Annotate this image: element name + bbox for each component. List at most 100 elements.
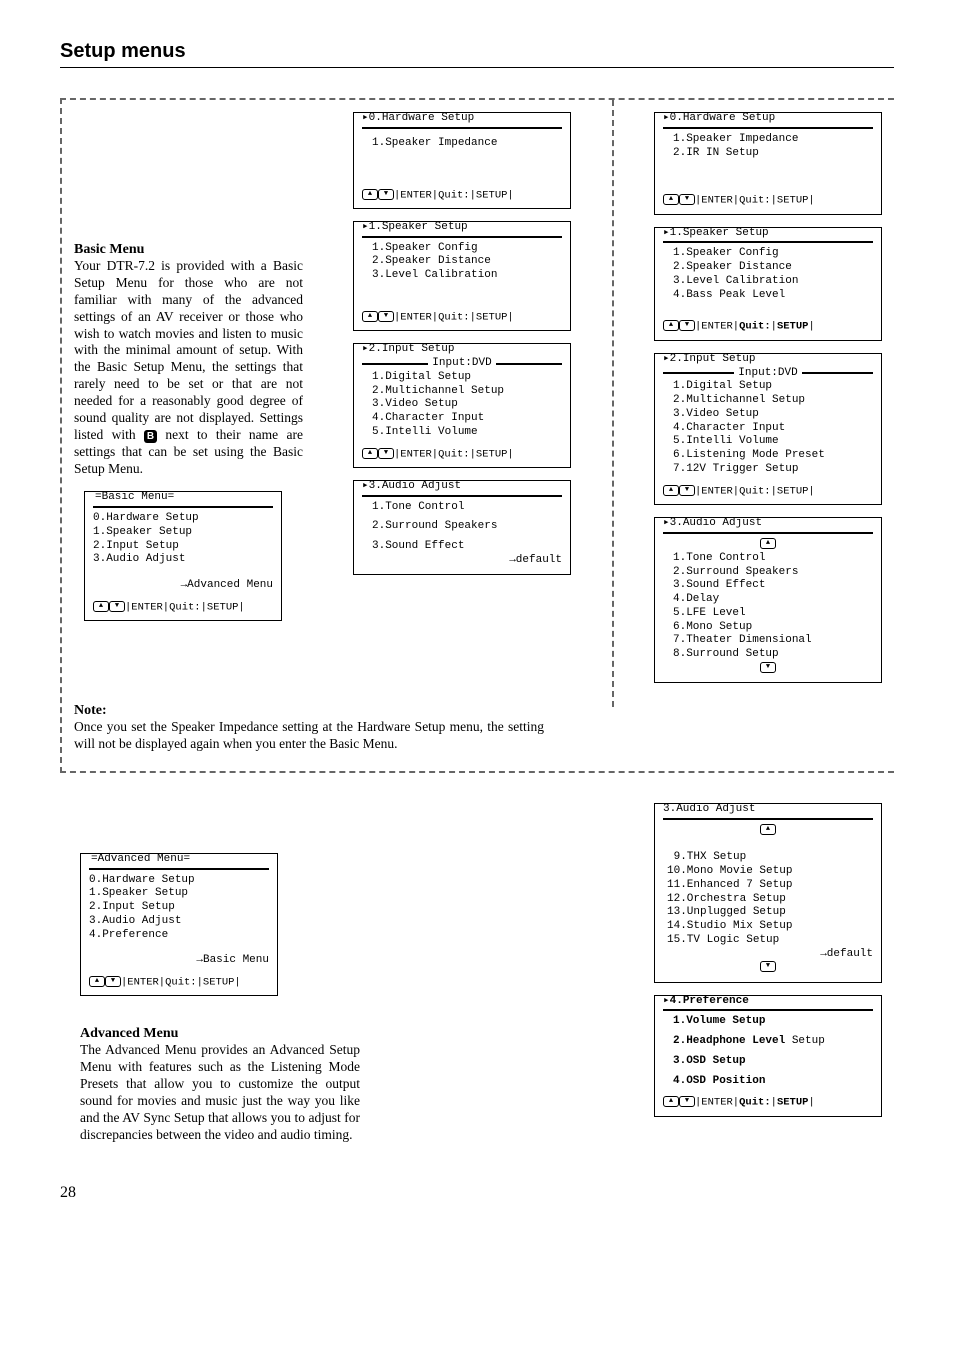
menu-item: 1.Speaker Config [673, 247, 873, 261]
menu-item: 2.Input Setup [93, 540, 273, 554]
menu-item: 2.IR IN Setup [673, 147, 873, 161]
menu-item: 10.Mono Movie Setup [667, 865, 792, 877]
menu-footer: ▲▼|ENTER|Quit:|SETUP| [362, 189, 562, 202]
menu-item: 3.OSD Setup [673, 1055, 873, 1069]
down-icon: ▼ [679, 194, 695, 205]
up-icon: ▲ [89, 976, 105, 987]
basic-heading: Basic Menu [74, 242, 303, 258]
down-icon: ▼ [679, 485, 695, 496]
basic-spk-box: ▸1.Speaker Setup 1.Speaker Config 2.Spea… [353, 221, 571, 331]
menu-item: 2.Multichannel Setup [673, 394, 873, 408]
note-text: Once you set the Speaker Impedance setti… [74, 719, 544, 753]
up-icon: ▲ [362, 189, 378, 200]
menu-link: →Basic Menu [89, 954, 269, 968]
menu-item: 3.Audio Adjust [93, 553, 273, 567]
menu-item: 0.Hardware Setup [89, 874, 269, 888]
menu-item: 4.Character Input [673, 422, 873, 436]
menu-item: 2.Speaker Distance [372, 255, 562, 269]
up-icon: ▲ [663, 320, 679, 331]
up-icon: ▲ [663, 485, 679, 496]
menu-footer: ▲▼|ENTER|Quit:|SETUP| [362, 311, 562, 324]
page-number: 28 [60, 1184, 894, 1202]
menu-footer: ▲▼|ENTER|Quit:|SETUP| [663, 1096, 873, 1109]
menu-item: 5.LFE Level [673, 607, 873, 621]
menu-item: 14.Studio Mix Setup [667, 920, 792, 932]
menu-item: 2.Surround Speakers [673, 566, 873, 580]
menu-link: →default [362, 554, 562, 568]
menu-footer: ▲▼|ENTER|Quit:|SETUP| [663, 485, 873, 498]
menu-item: 1.Tone Control [372, 501, 562, 515]
menu-item: 1.Volume Setup [673, 1015, 873, 1029]
menu-item: 4.OSD Position [673, 1075, 873, 1089]
menu-item: 2.Input Setup [89, 901, 269, 915]
menu-item: 7.Theater Dimensional [673, 634, 873, 648]
down-icon: ▼ [679, 1096, 695, 1107]
down-icon: ▼ [378, 189, 394, 200]
up-icon: ▲ [663, 194, 679, 205]
menu-item: 3.Video Setup [372, 398, 562, 412]
menu-item: 3.Sound Effect [673, 579, 873, 593]
menu-item: 3.Level Calibration [372, 269, 562, 283]
up-icon: ▲ [93, 601, 109, 612]
menu-item: 1.Speaker Impedance [362, 133, 562, 181]
adv-para: The Advanced Menu provides an Advanced S… [80, 1042, 360, 1143]
menu-item: 3.Level Calibration [673, 275, 873, 289]
up-icon: ▲ [362, 311, 378, 322]
menu-item: 4.Preference [89, 929, 269, 943]
menu-item: 0.Hardware Setup [93, 512, 273, 526]
menu-item: 8.Surround Setup [673, 648, 873, 662]
menu-item: 4.Delay [673, 593, 873, 607]
up-icon: ▲ [760, 824, 776, 835]
menu-item: 4.Bass Peak Level [673, 289, 873, 303]
menu-item: 4.Character Input [372, 412, 562, 426]
adv-spk-box: ▸1.Speaker Setup 1.Speaker Config 2.Spea… [654, 227, 882, 341]
menu-item: 2.Surround Speakers [372, 520, 562, 534]
basic-audio-box: ▸3.Audio Adjust 1.Tone Control 2.Surroun… [353, 480, 571, 575]
note-label: Note: [74, 703, 544, 719]
menu-item: 6.Mono Setup [673, 621, 873, 635]
basic-input-box: ▸2.Input Setup Input:DVD 1.Digital Setup… [353, 343, 571, 468]
page-title: Setup menus [60, 40, 894, 68]
adv-hw-box: ▸0.Hardware Setup 1.Speaker Impedance 2.… [654, 112, 882, 215]
adv-audio2-box: 3.Audio Adjust ▲ 9.THX Setup 10.Mono Mov… [654, 803, 882, 983]
adv-input-box: ▸2.Input Setup Input:DVD 1.Digital Setup… [654, 353, 882, 505]
down-icon: ▼ [760, 961, 776, 972]
menu-item: 9.THX Setup [667, 851, 746, 863]
menu-item: 2.Headphone Level Setup [673, 1035, 873, 1049]
menu-item: 2.Speaker Distance [673, 261, 873, 275]
menu-item: 1.Speaker Setup [93, 526, 273, 540]
basic-hw-box: ▸0.Hardware Setup 1.Speaker Impedance ▲▼… [353, 112, 571, 209]
menu-item: 2.Multichannel Setup [372, 385, 562, 399]
down-icon: ▼ [679, 320, 695, 331]
menu-item: 1.Speaker Impedance [673, 133, 873, 147]
menu-item: 5.Intelli Volume [673, 435, 873, 449]
up-icon: ▲ [362, 448, 378, 459]
menu-item: 15.TV Logic Setup [667, 934, 779, 946]
menu-item: 1.Tone Control [673, 552, 873, 566]
menu-footer: ▲▼|ENTER|Quit:|SETUP| [362, 448, 562, 461]
menu-link: →Advanced Menu [93, 579, 273, 593]
down-icon: ▼ [378, 448, 394, 459]
menu-item: 1.Digital Setup [673, 380, 873, 394]
basic-menu-box: =Basic Menu= 0.Hardware Setup 1.Speaker … [84, 491, 282, 621]
menu-item: 6.Listening Mode Preset [673, 449, 873, 463]
menu-item: 1.Speaker Setup [89, 887, 269, 901]
b-badge-icon: B [144, 430, 157, 443]
menu-item: 13.Unplugged Setup [667, 906, 786, 918]
down-icon: ▼ [760, 662, 776, 673]
menu-item: 1.Digital Setup [372, 371, 562, 385]
menu-item: 7.12V Trigger Setup [673, 463, 873, 477]
menu-item: 12.Orchestra Setup [667, 893, 786, 905]
menu-item: 1.Speaker Config [372, 242, 562, 256]
menu-item: 5.Intelli Volume [372, 426, 562, 440]
menu-link: →default [663, 948, 873, 962]
down-icon: ▼ [105, 976, 121, 987]
basic-para: Your DTR-7.2 is provided with a Basic Se… [74, 258, 303, 477]
menu-footer: ▲▼|ENTER|Quit:|SETUP| [89, 976, 269, 989]
menu-item: 11.Enhanced 7 Setup [667, 879, 792, 891]
menu-footer: ▲▼|ENTER|Quit:|SETUP| [663, 320, 873, 333]
up-icon: ▲ [663, 1096, 679, 1107]
menu-item: 3.Sound Effect [372, 540, 562, 554]
adv-pref-box: ▸4.Preference 1.Volume Setup 2.Headphone… [654, 995, 882, 1117]
down-icon: ▼ [109, 601, 125, 612]
